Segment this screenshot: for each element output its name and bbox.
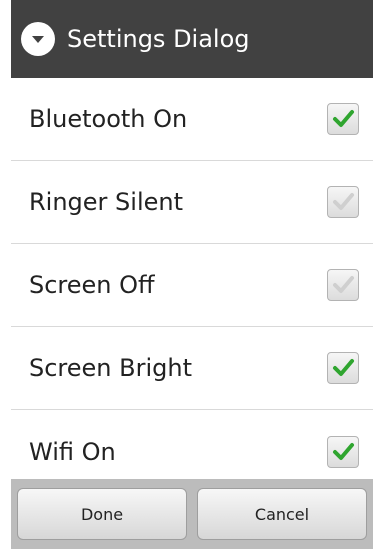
ringer-silent-checkbox[interactable]: [327, 186, 359, 218]
dialog-titlebar: Settings Dialog: [11, 0, 373, 78]
done-button[interactable]: Done: [17, 488, 187, 540]
bluetooth-checkbox[interactable]: [327, 103, 359, 135]
setting-label: Screen Off: [29, 271, 155, 299]
chevron-down-circle-icon: [21, 22, 55, 56]
screen-bright-checkbox[interactable]: [327, 352, 359, 384]
cancel-button[interactable]: Cancel: [197, 488, 367, 540]
settings-dialog: Settings Dialog Bluetooth On Ringer Sile…: [11, 0, 373, 549]
setting-label: Screen Bright: [29, 354, 192, 382]
setting-label: Bluetooth On: [29, 105, 188, 133]
setting-row-screen-bright[interactable]: Screen Bright: [11, 327, 373, 410]
setting-row-screen-off[interactable]: Screen Off: [11, 244, 373, 327]
dialog-title: Settings Dialog: [67, 25, 250, 53]
setting-row-ringer-silent[interactable]: Ringer Silent: [11, 161, 373, 244]
dialog-button-bar: Done Cancel: [11, 479, 373, 549]
setting-label: Ringer Silent: [29, 188, 184, 216]
setting-row-bluetooth[interactable]: Bluetooth On: [11, 78, 373, 161]
screen-off-checkbox[interactable]: [327, 269, 359, 301]
setting-label: Wifi On: [29, 437, 116, 466]
wifi-checkbox[interactable]: [327, 435, 359, 468]
settings-list: Bluetooth On Ringer Silent Screen Off Sc…: [11, 78, 373, 493]
